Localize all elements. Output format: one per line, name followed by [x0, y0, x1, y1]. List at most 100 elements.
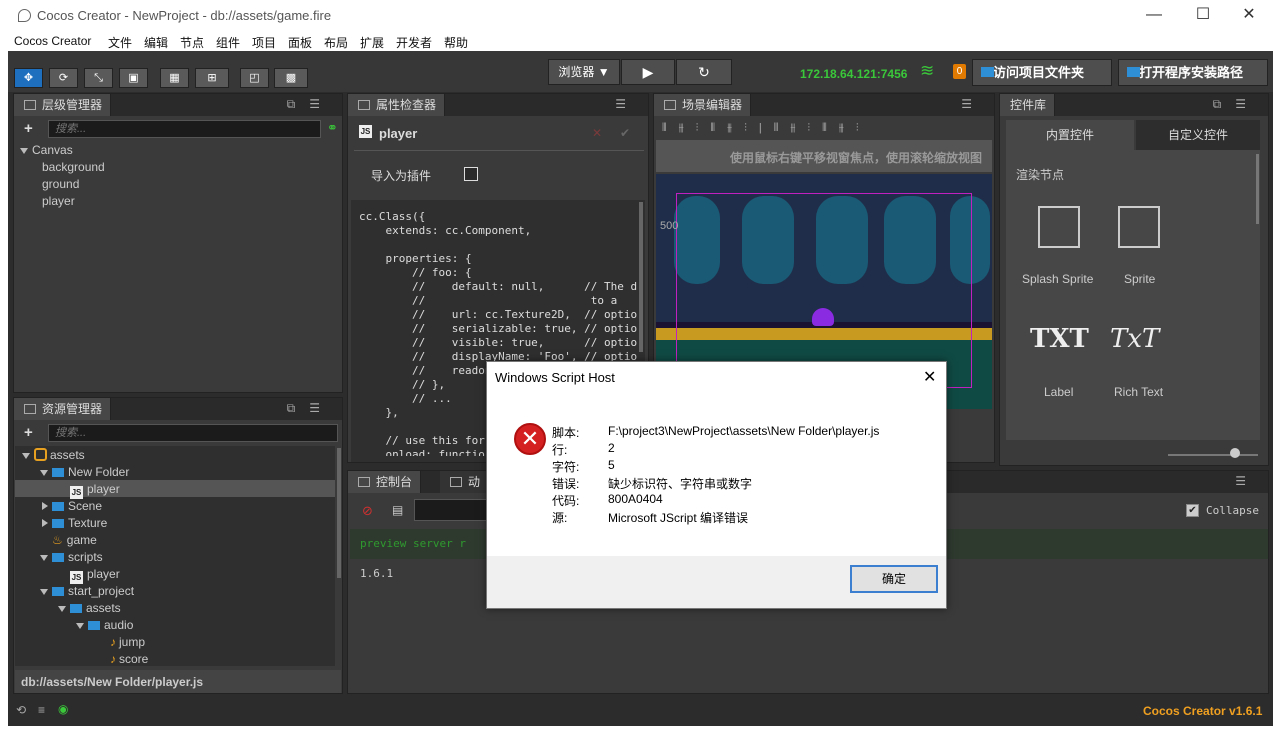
panel-menu-icon[interactable]: ⧉☰: [1213, 97, 1260, 112]
asset-item[interactable]: audio: [76, 618, 133, 632]
hierarchy-node-ground[interactable]: ground: [42, 177, 79, 191]
clear-console-icon[interactable]: ⊘: [362, 503, 373, 519]
menu-node[interactable]: 节点: [180, 34, 204, 51]
coord-label: 500: [660, 220, 679, 232]
scene-header: 场景编辑器 ☰: [654, 94, 994, 116]
panel-menu-icon[interactable]: ☰: [1235, 474, 1260, 488]
asset-item[interactable]: ♪ score: [110, 652, 148, 666]
database-icon[interactable]: ≡: [38, 703, 45, 717]
zoom-slider-handle[interactable]: [1230, 448, 1240, 458]
notification-badge[interactable]: 0: [953, 64, 966, 79]
panel-menu-icon[interactable]: ☰: [961, 97, 986, 111]
play-button[interactable]: ▶: [621, 59, 675, 85]
folder-icon: [52, 519, 64, 528]
menu-edit[interactable]: 编辑: [144, 34, 168, 51]
tab-scene[interactable]: 场景编辑器: [654, 94, 752, 116]
asset-item[interactable]: New Folder: [40, 465, 129, 479]
gizmo2-button[interactable]: ▩: [274, 68, 308, 88]
browser-select[interactable]: 浏览器 ▼: [548, 59, 620, 85]
tab-inspector[interactable]: 属性检查器: [348, 94, 446, 116]
hierarchy-root[interactable]: Canvas: [20, 143, 73, 157]
tab-custom-widgets[interactable]: 自定义控件: [1136, 120, 1260, 150]
widget-splash-sprite[interactable]: Splash Sprite: [1022, 272, 1093, 286]
asset-item[interactable]: assets: [58, 601, 121, 615]
browser-select-label: 浏览器: [558, 65, 595, 79]
dialog-close-button[interactable]: ✕: [923, 367, 936, 387]
widget-rich-text[interactable]: Rich Text: [1114, 385, 1163, 399]
import-plugin-label: 导入为插件: [371, 169, 432, 183]
status-bar: ⟲ ≡ ◉ Cocos Creator v1.6.1: [8, 696, 1273, 726]
minimize-button[interactable]: —: [1131, 4, 1177, 28]
asset-item-selected[interactable]: JS player: [70, 482, 120, 499]
hierarchy-header: 层级管理器 ⧉☰: [14, 94, 342, 116]
label-icon[interactable]: TXT: [1030, 324, 1089, 354]
menu-help[interactable]: 帮助: [444, 34, 468, 51]
rotate-tool-button[interactable]: ⟳: [49, 68, 78, 88]
asset-item[interactable]: start_project: [40, 584, 134, 598]
widget-sprite[interactable]: Sprite: [1124, 272, 1155, 286]
add-node-button[interactable]: +: [24, 120, 33, 137]
apply-icon[interactable]: ✔: [620, 126, 630, 140]
expand-icon[interactable]: [20, 148, 28, 154]
zoom-slider[interactable]: [1168, 454, 1258, 456]
rich-text-icon[interactable]: TxT: [1110, 324, 1159, 354]
menu-project[interactable]: 项目: [252, 34, 276, 51]
menu-extension[interactable]: 扩展: [360, 34, 384, 51]
tab-builtin-widgets[interactable]: 内置控件: [1006, 120, 1134, 150]
menu-layout[interactable]: 布局: [324, 34, 348, 51]
link-icon[interactable]: ⚭: [327, 120, 338, 136]
refresh-button[interactable]: ↻: [676, 59, 732, 85]
list-icon: [664, 100, 676, 110]
revert-icon[interactable]: ✕: [592, 126, 602, 140]
gizmo-button[interactable]: ◰: [240, 68, 269, 88]
import-plugin-checkbox[interactable]: [464, 167, 478, 181]
rect-tool-button[interactable]: ▣: [119, 68, 148, 88]
add-asset-button[interactable]: +: [24, 424, 33, 441]
eye-icon[interactable]: ◉: [58, 702, 68, 716]
panel-menu-icon[interactable]: ⧉☰: [287, 401, 334, 416]
code-scrollbar[interactable]: [639, 202, 643, 352]
scale-tool-button[interactable]: ⤡: [84, 68, 113, 88]
hierarchy-node-player[interactable]: player: [42, 194, 75, 208]
tab-animation[interactable]: 动: [440, 471, 490, 493]
ok-button[interactable]: 确定: [850, 565, 938, 593]
sync-icon[interactable]: ⟲: [16, 703, 26, 717]
open-project-folder-button[interactable]: 访问项目文件夹: [972, 59, 1112, 86]
widget-label[interactable]: Label: [1044, 385, 1073, 399]
panel-menu-icon[interactable]: ⧉☰: [287, 97, 334, 112]
hierarchy-search-input[interactable]: 搜索...: [48, 120, 321, 138]
asset-item[interactable]: scripts: [40, 550, 103, 564]
widgets-scrollbar[interactable]: [1256, 154, 1259, 224]
align-tools[interactable]: ⫴⫵⫶⫴⫵⫶|⫴⫵⫶⫴⫵⫶: [662, 122, 871, 135]
assets-scrollbar[interactable]: [337, 448, 341, 578]
tab-hierarchy[interactable]: 层级管理器: [14, 94, 112, 116]
asset-item[interactable]: Scene: [42, 499, 102, 513]
coord-local-button[interactable]: ⊞: [195, 68, 229, 88]
tab-widgets[interactable]: 控件库: [1000, 94, 1056, 116]
open-install-path-button[interactable]: 打开程序安装路径: [1118, 59, 1268, 86]
open-log-icon[interactable]: ▤: [392, 503, 403, 517]
maximize-button[interactable]: ☐: [1180, 4, 1226, 28]
move-tool-button[interactable]: ✥: [14, 68, 43, 88]
asset-item[interactable]: ♨ game: [52, 533, 97, 547]
splash-sprite-icon[interactable]: [1038, 206, 1080, 248]
collapse-checkbox[interactable]: ✔: [1186, 504, 1199, 517]
asset-item[interactable]: JS player: [70, 567, 120, 584]
menu-file[interactable]: 文件: [108, 34, 132, 51]
close-button[interactable]: ✕: [1226, 4, 1272, 28]
asset-item[interactable]: ♪ jump: [110, 635, 145, 649]
folder-icon: [70, 604, 82, 613]
tab-console[interactable]: 控制台: [348, 471, 422, 493]
menu-component[interactable]: 组件: [216, 34, 240, 51]
sprite-icon[interactable]: [1118, 206, 1160, 248]
menu-panel[interactable]: 面板: [288, 34, 312, 51]
panel-menu-icon[interactable]: ☰: [615, 97, 640, 111]
assets-search-input[interactable]: 搜索...: [48, 424, 338, 442]
menu-cocos[interactable]: Cocos Creator: [14, 34, 91, 48]
asset-item[interactable]: Texture: [42, 516, 107, 530]
menu-developer[interactable]: 开发者: [396, 34, 432, 51]
hierarchy-node-background[interactable]: background: [42, 160, 105, 174]
asset-item[interactable]: assets: [22, 448, 85, 462]
tab-assets[interactable]: 资源管理器: [14, 398, 112, 420]
anchor-pivot-button[interactable]: ▦: [160, 68, 189, 88]
